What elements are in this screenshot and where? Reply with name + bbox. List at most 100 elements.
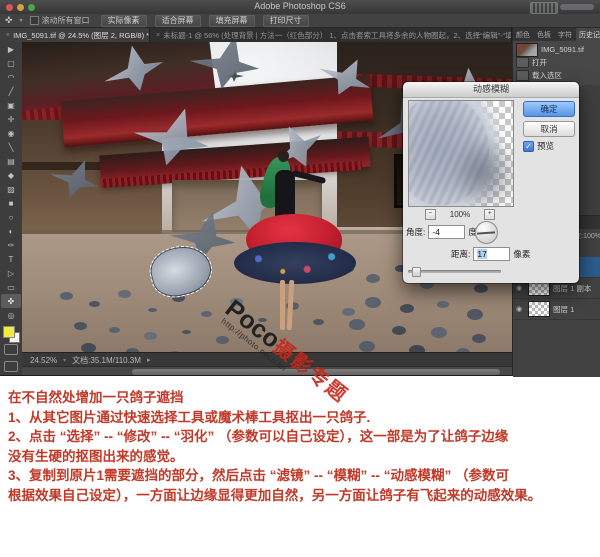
ok-button[interactable]: 确定 xyxy=(523,101,575,117)
options-button[interactable]: 填充屏幕 xyxy=(209,15,255,27)
tool-button[interactable]: ▭ xyxy=(1,280,21,294)
history-snapshot-row[interactable]: IMG_5091.tif xyxy=(513,43,600,56)
slider-track[interactable] xyxy=(408,270,501,273)
angle-dial[interactable] xyxy=(475,221,498,244)
close-tab-icon[interactable]: × xyxy=(6,32,10,39)
snapshot-thumbnail xyxy=(516,43,538,57)
options-button[interactable]: 打印尺寸 xyxy=(263,15,309,27)
titlebar-watermark xyxy=(530,2,596,12)
dialog-title[interactable]: 动感模糊 xyxy=(403,82,579,98)
tool-button[interactable]: ▢ xyxy=(1,56,21,70)
zoom-percent[interactable]: 24.52% xyxy=(30,356,57,365)
tool-button[interactable]: ╱ xyxy=(1,84,21,98)
tool-button[interactable]: ✑ xyxy=(1,238,21,252)
angle-label: 角度: xyxy=(406,226,425,238)
tab-swatches[interactable]: 色板 xyxy=(534,28,554,41)
blur-preview[interactable] xyxy=(408,100,514,207)
woman-legs xyxy=(279,280,293,330)
tool-icon: ╲ xyxy=(9,143,14,152)
tool-button[interactable]: ■ xyxy=(1,196,21,210)
photoshop-window: Adobe Photoshop CS6 ✜ ▾ 滚动所有窗口 实际像素适合屏幕填… xyxy=(0,0,600,376)
tutorial-line: 2、点击 “选择” -- “修改” -- “羽化” （参数可以自己设定），这一部… xyxy=(8,427,596,447)
tool-icon: ✜ xyxy=(8,297,15,306)
checkbox-box[interactable] xyxy=(30,16,39,25)
document-tab-active[interactable]: × IMG_5091.tif @ 24.5% (图层 2, RGB/8) * xyxy=(0,28,150,42)
scroll-all-windows-checkbox[interactable]: 滚动所有窗口 xyxy=(30,15,90,26)
color-swatches[interactable] xyxy=(3,326,19,342)
zoom-out-button[interactable]: − xyxy=(425,209,436,220)
view-buttons: 实际像素适合屏幕填充屏幕打印尺寸 xyxy=(101,15,309,27)
tutorial-line: 3、复制到原片1需要遮挡的部分，然后点击 “滤镜” -- “模糊” -- “动感… xyxy=(8,466,596,486)
zoom-in-button[interactable]: + xyxy=(484,209,495,220)
preview-label: 预览 xyxy=(537,140,554,152)
tool-icon: ◠ xyxy=(8,73,15,82)
tool-button[interactable]: ○ xyxy=(1,210,21,224)
foreground-color-swatch[interactable] xyxy=(3,326,15,338)
tool-button[interactable]: ◎ xyxy=(1,308,21,322)
chevron-down-icon[interactable]: ▾ xyxy=(20,17,23,24)
tool-button[interactable]: ◉ xyxy=(1,126,21,140)
tool-button[interactable]: ✜ xyxy=(1,294,21,308)
distance-row: 距离: 17 像素 xyxy=(451,247,530,261)
tutorial-line: 1、从其它图片通过快速选择工具或魔术棒工具抠出一只鸽子. xyxy=(8,408,596,428)
history-items: 打开 载入选区 xyxy=(513,56,600,82)
options-bar: ✜ ▾ 滚动所有窗口 实际像素适合屏幕填充屏幕打印尺寸 xyxy=(0,14,600,28)
tab-color[interactable]: 颜色 xyxy=(513,28,533,41)
distance-unit: 像素 xyxy=(513,248,530,260)
status-arrow-icon[interactable]: ▸ xyxy=(147,356,151,364)
options-button[interactable]: 实际像素 xyxy=(101,15,147,27)
tool-button[interactable]: ▷ xyxy=(1,266,21,280)
tools-panel: ▶▢ ◠ ╱ ▣✛ ◉ ╲ ▤◆▨ ■ ○◐ ✑ T ▷ ▭ ✜ ◎ xyxy=(0,42,23,376)
tool-icon: ╱ xyxy=(9,87,14,96)
tool-icon: T xyxy=(9,255,14,264)
tool-icon: ▷ xyxy=(8,269,14,278)
history-step-label: 打开 xyxy=(532,57,547,68)
visibility-eye-icon[interactable]: ◉ xyxy=(516,284,525,292)
tool-list: ▶▢ ◠ ╱ ▣✛ ◉ ╲ ▤◆▨ ■ ○◐ ✑ T ▷ ▭ ✜ ◎ xyxy=(0,42,22,322)
tab-label: 未标题-1 @ 56% (处理背景 | 方法一（红色部分） 1、点击套索工具将多… xyxy=(163,30,512,41)
tool-button[interactable]: ▣ xyxy=(1,98,21,112)
tool-button[interactable]: T xyxy=(1,252,21,266)
distance-slider[interactable] xyxy=(408,267,501,275)
slider-handle[interactable] xyxy=(412,267,421,277)
history-step-row[interactable]: 载入选区 xyxy=(513,69,600,82)
document-tab-inactive[interactable]: × 未标题-1 @ 56% (处理背景 | 方法一（红色部分） 1、点击套索工具… xyxy=(150,28,512,42)
close-tab-icon[interactable]: × xyxy=(156,32,160,39)
tool-icon: ✑ xyxy=(8,241,15,250)
screen-mode-icon[interactable] xyxy=(4,361,18,372)
tool-button[interactable]: ◠ xyxy=(1,70,21,84)
checkbox-check-icon[interactable]: ✓ xyxy=(523,141,534,152)
history-step-icon xyxy=(516,57,529,68)
ground-pigeons-left xyxy=(60,292,73,300)
tool-button[interactable]: ▶ xyxy=(1,42,21,56)
tab-label: IMG_5091.tif @ 24.5% (图层 2, RGB/8) * xyxy=(13,30,149,41)
visibility-eye-icon[interactable]: ◉ xyxy=(516,305,525,313)
tool-button[interactable]: ▨ xyxy=(1,182,21,196)
tool-button[interactable]: ◐ xyxy=(1,224,21,238)
history-step-row[interactable]: 打开 xyxy=(513,56,600,69)
tool-button[interactable]: ✛ xyxy=(1,112,21,126)
watermark-capsule-shape xyxy=(560,4,594,10)
quick-mask-icon[interactable] xyxy=(4,344,18,355)
tutorial-line: 根据效果自己设定），一方面让边缘显得更加自然，另一方面让鸽子有飞起来的动感效果。 xyxy=(8,486,596,506)
woman-torso xyxy=(275,170,295,218)
distance-label: 距离: xyxy=(451,248,470,260)
preview-checkbox[interactable]: ✓ 预览 xyxy=(523,140,554,152)
tool-button[interactable]: ▤ xyxy=(1,154,21,168)
tool-icon: ◉ xyxy=(8,129,15,138)
tool-icon: ■ xyxy=(9,199,14,208)
tab-history[interactable]: 历史记录 xyxy=(576,28,600,41)
hand-tool-icon: ✜ xyxy=(5,16,13,25)
angle-input[interactable]: -4 xyxy=(428,225,465,239)
layer-row[interactable]: ◉ 图层 1 xyxy=(513,299,600,320)
tab-character[interactable]: 字符 xyxy=(555,28,575,41)
tool-button[interactable]: ◆ xyxy=(1,168,21,182)
tool-button[interactable]: ╲ xyxy=(1,140,21,154)
watermark-logo-shape xyxy=(530,2,558,14)
document-size: 文档:35.1M/110.3M xyxy=(72,355,141,366)
options-button[interactable]: 适合屏幕 xyxy=(155,15,201,27)
tutorial-line: 没有生硬的抠图出来的感觉。 xyxy=(8,447,596,467)
distance-input[interactable]: 17 xyxy=(473,247,510,261)
cancel-button[interactable]: 取消 xyxy=(523,121,575,137)
tool-icon: ▭ xyxy=(7,283,15,292)
